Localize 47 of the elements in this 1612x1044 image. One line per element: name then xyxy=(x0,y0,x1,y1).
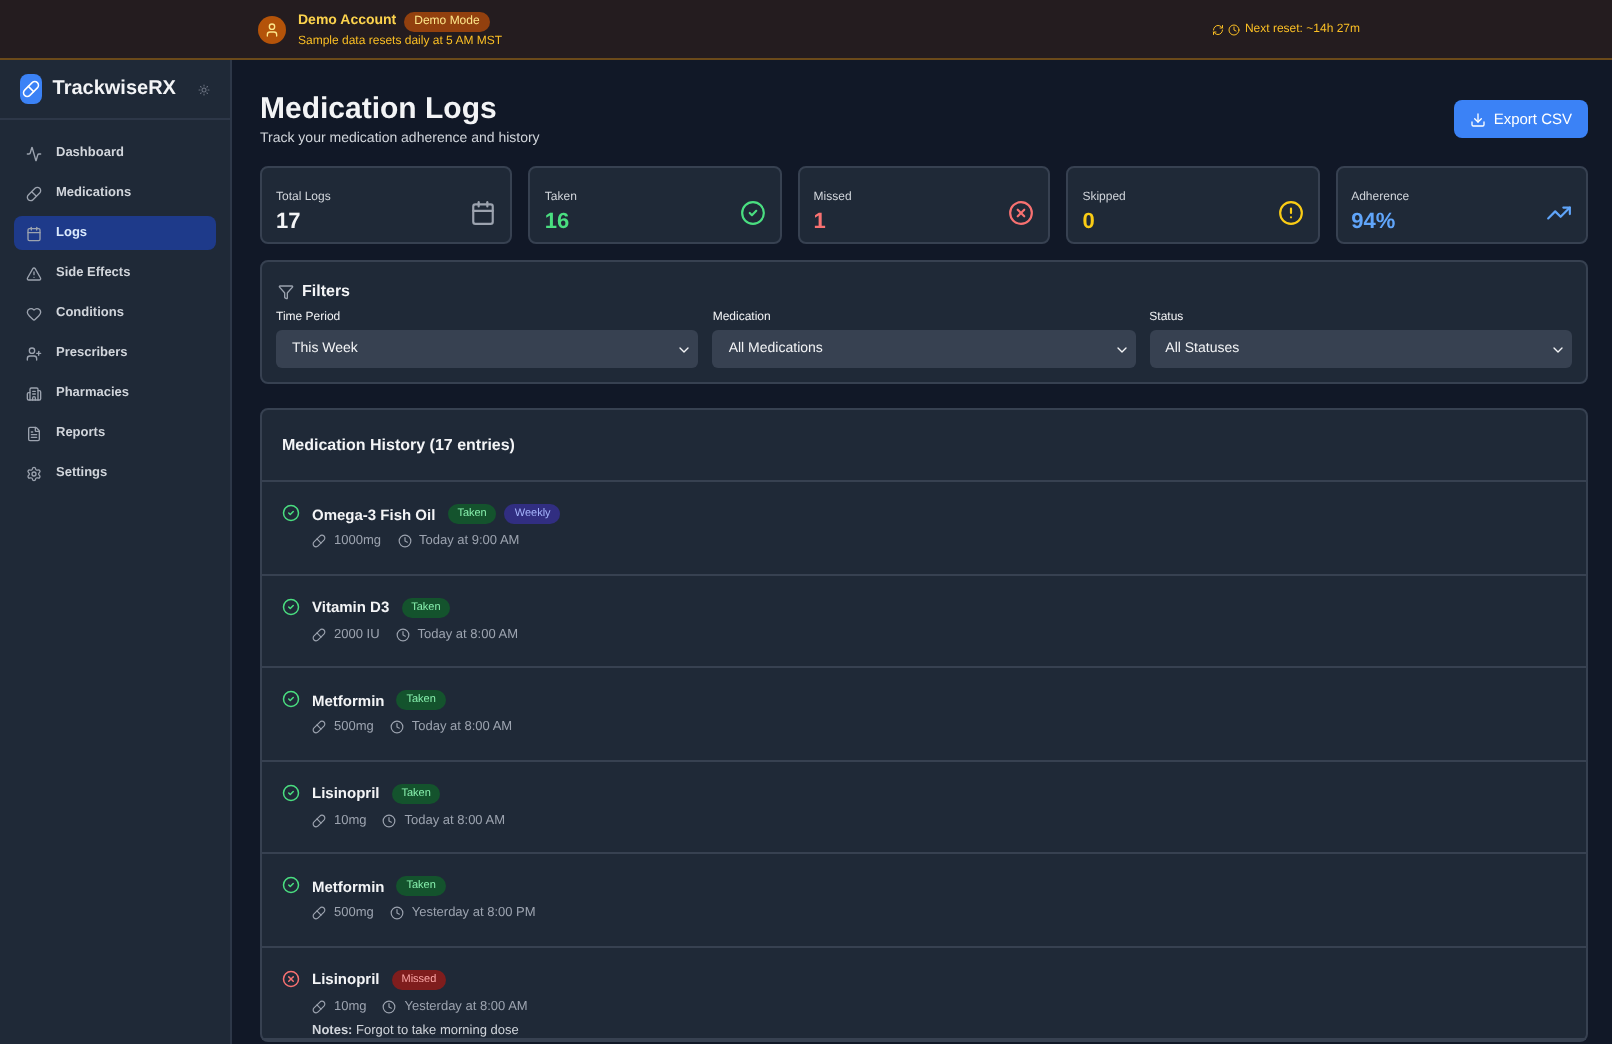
page-title: Medication Logs xyxy=(260,92,499,126)
pill-icon xyxy=(312,534,326,548)
brand-name: TrackwiseRX xyxy=(52,78,176,100)
clock-icon xyxy=(389,720,404,734)
check-circle-icon xyxy=(282,783,300,801)
stat-value: 0 xyxy=(1082,209,1097,233)
filter-icon xyxy=(278,283,294,299)
pill-icon xyxy=(312,720,326,734)
pill-icon xyxy=(312,813,326,827)
user-plus-icon xyxy=(26,345,42,361)
x-circle-icon xyxy=(1008,199,1035,225)
clock-icon xyxy=(1228,23,1241,35)
filters-title: Filters xyxy=(302,282,351,300)
download-icon xyxy=(1469,111,1486,127)
pill-icon xyxy=(26,185,42,201)
stat-value: 94% xyxy=(1351,209,1398,233)
pill-logo-icon xyxy=(20,74,43,104)
stat-value: 1 xyxy=(813,209,828,233)
clock-icon xyxy=(382,999,397,1013)
pulse-icon xyxy=(26,145,42,161)
refresh-icon xyxy=(1212,23,1225,35)
document-icon xyxy=(26,425,42,441)
sun-icon[interactable] xyxy=(197,81,210,97)
building-icon xyxy=(26,385,42,401)
pill-icon xyxy=(312,999,326,1013)
user-avatar-icon xyxy=(258,15,286,43)
clock-icon xyxy=(397,534,411,548)
check-circle-icon xyxy=(282,597,300,615)
calendar-icon xyxy=(26,225,42,241)
heart-icon xyxy=(26,305,42,321)
stat-value: 17 xyxy=(276,209,303,233)
stat-value: 16 xyxy=(544,209,572,233)
warning-icon xyxy=(26,265,42,281)
clock-icon xyxy=(382,813,397,827)
pill-icon xyxy=(312,627,326,641)
check-circle-icon xyxy=(739,199,766,225)
check-circle-icon xyxy=(282,690,300,708)
pill-icon xyxy=(312,906,326,920)
calendar-icon xyxy=(470,199,497,225)
check-circle-icon xyxy=(282,504,300,522)
history-title: Medication History (17 entries) xyxy=(262,410,1586,482)
settings-icon xyxy=(26,465,42,481)
exclamation-circle-icon xyxy=(1277,199,1304,225)
check-circle-icon xyxy=(282,876,300,894)
x-circle-icon xyxy=(282,969,300,987)
clock-icon xyxy=(389,906,404,920)
clock-icon xyxy=(395,627,410,641)
